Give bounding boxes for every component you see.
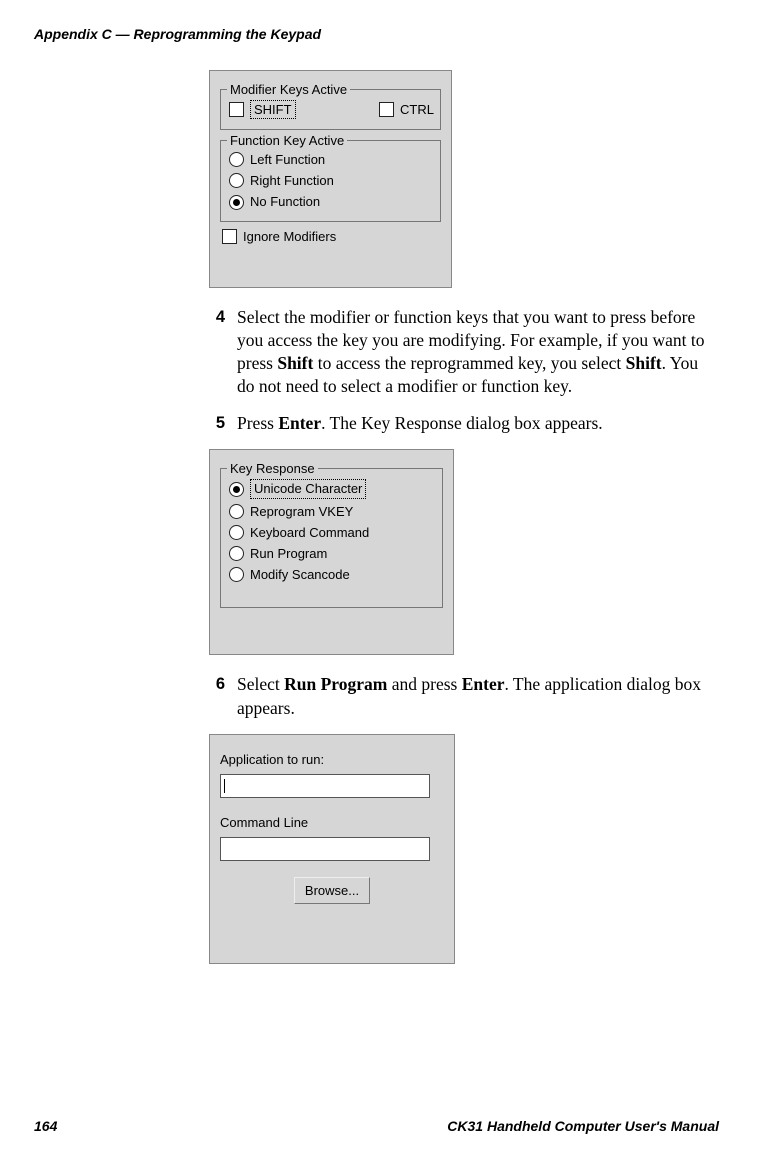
application-to-run-input[interactable]: [220, 774, 430, 798]
reprogram-vkey-label: Reprogram VKEY: [250, 503, 353, 520]
page-number: 164: [34, 1118, 57, 1134]
run-program-radio[interactable]: [229, 546, 244, 561]
step-4: 4 Select the modifier or function keys t…: [209, 306, 709, 398]
ctrl-checkbox[interactable]: [379, 102, 394, 117]
key-response-legend: Key Response: [227, 460, 318, 477]
main-content: Modifier Keys Active SHIFT CTRL Function…: [209, 70, 709, 964]
step-5-text: Press Enter. The Key Response dialog box…: [237, 412, 709, 435]
right-function-radio[interactable]: [229, 173, 244, 188]
step-6-number: 6: [209, 673, 225, 719]
browse-button[interactable]: Browse...: [294, 877, 370, 904]
page: Appendix C — Reprogramming the Keypad Mo…: [0, 0, 779, 1172]
command-line-input[interactable]: [220, 837, 430, 861]
ctrl-label: CTRL: [400, 101, 434, 118]
modify-scancode-radio[interactable]: [229, 567, 244, 582]
function-key-group: Function Key Active Left Function Right …: [220, 140, 441, 221]
unicode-character-label: Unicode Character: [250, 479, 366, 498]
shift-checkbox[interactable]: [229, 102, 244, 117]
ignore-modifiers-checkbox[interactable]: [222, 229, 237, 244]
page-footer: 164 CK31 Handheld Computer User's Manual: [34, 1118, 719, 1134]
keyboard-command-radio[interactable]: [229, 525, 244, 540]
modify-scancode-label: Modify Scancode: [250, 566, 350, 583]
manual-title: CK31 Handheld Computer User's Manual: [447, 1118, 719, 1134]
step-6-text: Select Run Program and press Enter. The …: [237, 673, 709, 719]
run-program-label: Run Program: [250, 545, 327, 562]
function-key-legend: Function Key Active: [227, 132, 347, 149]
left-function-label: Left Function: [250, 151, 325, 168]
step-6: 6 Select Run Program and press Enter. Th…: [209, 673, 709, 719]
modifier-dialog-screenshot: Modifier Keys Active SHIFT CTRL Function…: [209, 70, 452, 288]
modifier-keys-group: Modifier Keys Active SHIFT CTRL: [220, 89, 441, 130]
modifier-keys-legend: Modifier Keys Active: [227, 81, 350, 98]
text-caret: [224, 779, 225, 793]
keyboard-command-label: Keyboard Command: [250, 524, 369, 541]
application-dialog-screenshot: Application to run: Command Line Browse.…: [209, 734, 455, 964]
application-to-run-label: Application to run:: [220, 751, 444, 768]
reprogram-vkey-radio[interactable]: [229, 504, 244, 519]
step-5-number: 5: [209, 412, 225, 435]
key-response-group: Key Response Unicode Character Reprogram…: [220, 468, 443, 608]
key-response-dialog-screenshot: Key Response Unicode Character Reprogram…: [209, 449, 454, 655]
step-4-number: 4: [209, 306, 225, 398]
no-function-label: No Function: [250, 193, 320, 210]
ignore-modifiers-label: Ignore Modifiers: [243, 228, 336, 245]
step-5: 5 Press Enter. The Key Response dialog b…: [209, 412, 709, 435]
unicode-character-radio[interactable]: [229, 482, 244, 497]
left-function-radio[interactable]: [229, 152, 244, 167]
no-function-radio[interactable]: [229, 195, 244, 210]
shift-label: SHIFT: [250, 100, 296, 119]
command-line-label: Command Line: [220, 814, 444, 831]
running-header: Appendix C — Reprogramming the Keypad: [34, 26, 719, 42]
step-4-text: Select the modifier or function keys tha…: [237, 306, 709, 398]
right-function-label: Right Function: [250, 172, 334, 189]
